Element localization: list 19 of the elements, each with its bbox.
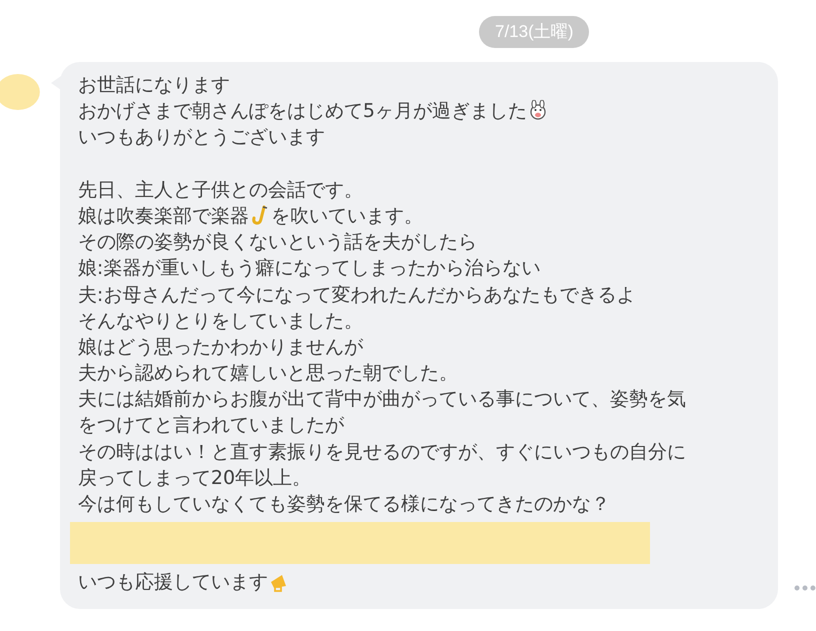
message-text: いつも応援しています [78, 570, 268, 596]
message-text: を吹いています。 [270, 204, 423, 229]
message-text: いつもありがとうございます [78, 125, 325, 150]
message-text: 娘は吹奏楽部で楽器 [78, 204, 249, 229]
message-text: その際の姿勢が良くないという話を夫がしたら [78, 230, 477, 256]
message-text: 戻ってしまって20年以上。 [78, 466, 312, 491]
message-text: 先日、主人と子供との会話です。 [78, 178, 363, 203]
message-text: をつけてと言われていましたが [78, 413, 344, 438]
message-text: お世話になります [78, 73, 230, 98]
message-text: その時ははい！と直す素振りを見せるのですが、すぐにいつもの自分に [78, 440, 686, 465]
message-text: 夫から認められて嬉しいと思った朝でした。 [78, 361, 458, 386]
message-text: そんなやりとりをしていました。 [78, 308, 363, 334]
message-text: おかげさまで朝さんぽをはじめて5ヶ月が過ぎました [78, 99, 527, 124]
message-text: 娘はどう思ったかわかりませんが [78, 334, 363, 360]
more-icon[interactable] [794, 585, 816, 592]
message-text: 夫には結婚前からお腹が出て背中が曲がっている事について、姿勢を気 [78, 387, 686, 412]
message-text: 娘:楽器が重いしもう癖になってしまったから治らない [78, 256, 540, 282]
message-text: 夫:お母さんだって今になって変われたんだからあなたもできるよ [78, 282, 636, 308]
message-text: 今は何もしていなくても姿勢を保てる様になってきたのかな？ [78, 492, 610, 517]
